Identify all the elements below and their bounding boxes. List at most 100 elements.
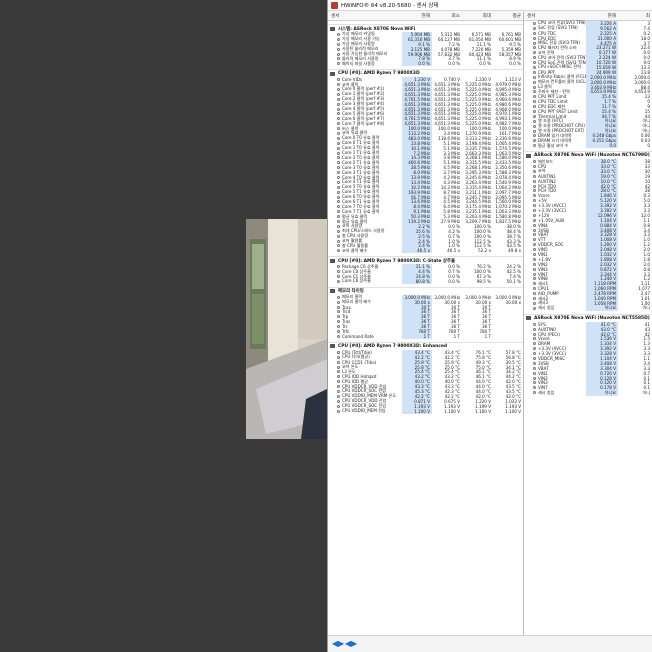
nav-arrows-icon[interactable]: ◀▶ (332, 640, 344, 648)
sensor-value: 1.100 V (505, 408, 521, 414)
column-header[interactable]: 센서 현재 최소 최대 평균 (328, 12, 523, 21)
sensor-group-header[interactable]: CPU [#0]: AMD Ryzen 7 9800X3D (328, 69, 523, 78)
sensor-icon (533, 105, 536, 109)
sensor-icon (533, 253, 536, 257)
sensor-icon (533, 371, 536, 375)
sensor-value: 49.8 x (508, 248, 521, 254)
sensor-pane-left[interactable]: 센서 현재 최소 최대 평균 시스템: ASRock X870E Nova WiFi 가상… (328, 12, 524, 635)
sensor-group-header[interactable]: CPU [#0]: AMD Ryzen 7 9800X3D: Enhanced (328, 341, 523, 350)
chip-icon (330, 289, 335, 294)
sensor-value: 98.5 % (476, 278, 491, 284)
sensor-icon (533, 342, 536, 346)
sensor-value: 1.100 V (444, 408, 460, 414)
sensor-icon (533, 218, 536, 222)
sensor-name: 코어 클럭 배수 (342, 247, 368, 253)
sensor-icon (533, 90, 536, 94)
column-header-cell[interactable]: 센서 (328, 13, 402, 19)
column-header-cell[interactable]: 현재 (402, 13, 432, 19)
chip-icon (330, 71, 335, 76)
sensor-icon (533, 327, 536, 331)
sensor-group-header[interactable]: ASRock X870E Nova WiFi (Nuvoton NCT5585D… (524, 313, 652, 322)
hwinfo-window[interactable]: HWiNFO® 64 v8.20-5680 - 센서 상태 센서 현재 최소 최대 평균… (327, 0, 652, 652)
sensor-label: 페이지 파일 사용량 (328, 61, 402, 67)
sensor-value: 46.5 x (447, 248, 460, 254)
sensor-value: 0.0 % (509, 61, 521, 67)
sensor-icon (337, 325, 340, 329)
sensor-icon (533, 391, 536, 395)
sensor-icon (533, 65, 536, 69)
sensor-value: 0.0 (586, 143, 618, 149)
chip-icon (330, 26, 335, 31)
sensor-icon (337, 310, 340, 314)
sensor-value: 1.100 V (402, 408, 432, 414)
sensor-name: 섀시 침입 (538, 389, 555, 395)
sensor-label: Command Rate (328, 334, 402, 339)
sensor-value: 50.1 % (506, 278, 521, 284)
sensor-icon (337, 62, 340, 66)
sensor-icon (533, 272, 536, 276)
sensor-icon (533, 238, 536, 242)
sensor-label: 평균 활성 코어 수 (524, 143, 586, 149)
sensor-icon (533, 144, 536, 148)
sensor-label: Core C6 상주율 (328, 278, 402, 284)
column-header-cell[interactable]: 평균 (493, 13, 523, 19)
sensor-icon (533, 179, 536, 183)
sensor-value: 0.0 % (479, 61, 491, 67)
chip-icon (526, 316, 531, 321)
sensor-icon (533, 381, 536, 385)
sensor-label: CPU VDDIO_MEM 전압 (328, 408, 402, 414)
sensor-list: 시스템: ASRock X870E Nova WiFi 가상 메모리 커밋됨 5,9… (328, 24, 523, 414)
sensor-value: 1.100 V (475, 408, 491, 414)
sensor-value: 아니 (642, 389, 650, 395)
sensor-row[interactable]: 코어 클럭 배수 46.5 x 46.5 x 52.2 x 49.8 x (328, 247, 523, 254)
sensor-value: 0.0 % (448, 278, 460, 284)
sensor-label: 섀시 침입 (524, 390, 586, 396)
sensor-icon (533, 169, 536, 173)
sensor-icon (337, 320, 340, 324)
sensor-icon (533, 376, 536, 380)
sensor-icon (533, 95, 536, 99)
column-header-cell[interactable]: 최 (618, 13, 652, 19)
column-header-cell[interactable]: 최대 (462, 13, 493, 19)
title-bar[interactable]: HWiNFO® 64 v8.20-5680 - 센서 상태 (328, 0, 652, 11)
sensor-icon (337, 279, 340, 283)
sensor-group-title: CPU [#0]: AMD Ryzen 7 9800X3D (338, 71, 420, 77)
sensor-value: 0 (647, 143, 650, 149)
sensor-group-title: ASRock X870E Nova WiFi (Nuvoton NCT6799D… (534, 153, 650, 159)
sensor-icon (337, 330, 340, 334)
column-header-cell[interactable]: 최소 (432, 13, 462, 19)
column-header-cell[interactable]: 현재 (586, 13, 618, 19)
sensor-icon (533, 262, 536, 266)
sensor-icon (533, 361, 536, 365)
sensor-value: 0.0 % (448, 61, 460, 67)
sensor-value: 30.00 x (505, 299, 521, 305)
sensor-icon (533, 184, 536, 188)
sensor-value: 아니요 (586, 305, 618, 312)
sensor-row[interactable]: Core C6 상주율 80.8 % 0.0 % 98.5 % 50.1 % (328, 278, 523, 284)
desktop-background (0, 0, 327, 652)
sensor-pane-right[interactable]: 센서 현재 최 CPU 코어 전류(SVI3 TFN) 3.226 A 3 SoC 전류 … (524, 12, 652, 635)
sensor-name: CPU VDDIO_MEM 전압 (342, 408, 386, 414)
app-icon (331, 1, 338, 9)
sensor-icon (337, 315, 340, 319)
sensor-row[interactable]: CPU VDDIO_MEM 전압 1.100 V 1.100 V 1.100 V 1.1… (328, 408, 523, 414)
bottom-toolbar: ◀▶ ◀▶ (328, 635, 652, 652)
chip-icon (330, 258, 335, 263)
window-title: HWiNFO® 64 v8.20-5680 - 센서 상태 (341, 3, 439, 9)
sensor-row[interactable]: 섀시 침입 아니요 아니 (524, 389, 652, 396)
column-header-cell[interactable]: 센서 (524, 13, 586, 19)
sensor-row[interactable]: Command Rate 1 T 1 T 1 T (328, 333, 523, 339)
sensor-name: 섀시 침입 (538, 305, 555, 311)
sensor-icon (533, 243, 536, 247)
sensor-icon (533, 189, 536, 193)
sensor-icon (533, 352, 536, 356)
sensor-row[interactable]: 섀시 침입 아니요 아니 (524, 305, 652, 312)
sensor-icon (533, 194, 536, 198)
sensor-row[interactable]: 평균 활성 코어 수 0.0 0 (524, 143, 652, 149)
sensor-icon (533, 287, 536, 291)
sensor-icon (533, 306, 536, 310)
sensor-icon (337, 249, 340, 253)
sensor-row[interactable]: 페이지 파일 사용량 0.0 % 0.0 % 0.0 % 0.0 % (328, 61, 523, 67)
nav-arrows-icon[interactable]: ◀▶ (345, 640, 357, 648)
sensor-icon (337, 300, 340, 304)
